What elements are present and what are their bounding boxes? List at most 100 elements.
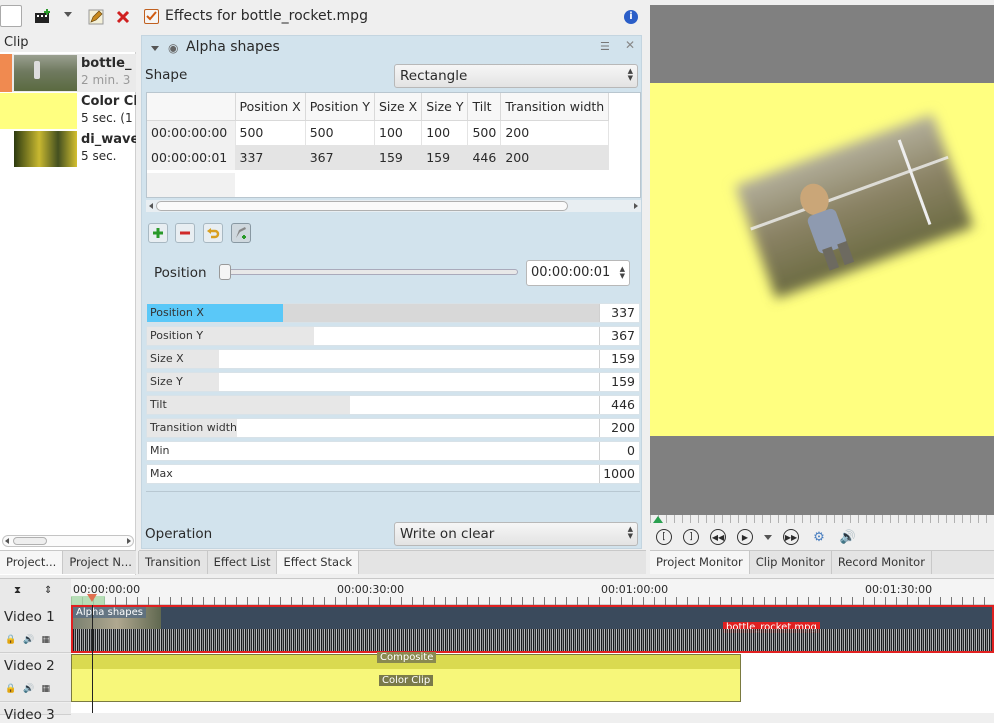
keyframe-time[interactable]: 00:00:00:01: [147, 145, 236, 170]
play-icon[interactable]: ▶: [737, 529, 753, 545]
bin-menu-button[interactable]: [0, 5, 22, 27]
tab-record-monitor[interactable]: Record Monitor: [832, 551, 932, 574]
bin-column-header[interactable]: Clip: [0, 33, 136, 52]
column-header[interactable]: Transition width: [500, 93, 610, 121]
monitor-ruler[interactable]: [650, 515, 994, 523]
table-cell[interactable]: 200: [500, 120, 610, 145]
add-clip-icon[interactable]: [34, 8, 52, 26]
timeline-clip-bottle-rocket[interactable]: Alpha shapes bottle_rocket.mpg: [71, 605, 994, 653]
column-header[interactable]: Tilt: [467, 93, 502, 121]
add-keyframe-icon[interactable]: [148, 223, 168, 243]
bin-clip-item[interactable]: di_wave 5 sec.: [0, 130, 136, 168]
info-icon[interactable]: i: [624, 10, 638, 24]
tab-effect-stack[interactable]: Effect Stack: [277, 551, 360, 574]
param-value-input[interactable]: 367: [599, 327, 639, 345]
set-zone-start-icon[interactable]: [: [656, 529, 672, 545]
table-cell[interactable]: 200: [500, 145, 610, 170]
param-slider[interactable]: Transition width 200: [146, 418, 640, 438]
audio-icon[interactable]: 🔊: [23, 635, 34, 645]
chevron-down-icon[interactable]: [64, 12, 72, 17]
keyframe-settings-icon[interactable]: [231, 223, 251, 243]
fit-zoom-icon[interactable]: ⧗: [14, 585, 21, 596]
param-slider[interactable]: Position Y 367: [146, 326, 640, 346]
param-slider[interactable]: Tilt 446: [146, 395, 640, 415]
track-header-video3[interactable]: Video 3: [0, 703, 71, 723]
param-value-input[interactable]: 446: [599, 396, 639, 414]
table-cell[interactable]: 159: [374, 145, 423, 170]
table-cell[interactable]: 100: [374, 120, 423, 145]
edit-pencil-icon[interactable]: [87, 8, 105, 26]
bin-clip-item[interactable]: bottle_ 2 min. 3: [0, 54, 136, 92]
lock-icon[interactable]: 🔒: [5, 635, 16, 645]
param-slider[interactable]: Min 0: [146, 441, 640, 461]
operation-select[interactable]: Write on clear ▲ ▼: [394, 522, 638, 546]
param-slider[interactable]: Size Y 159: [146, 372, 640, 392]
param-value-input[interactable]: 159: [599, 350, 639, 368]
position-slider[interactable]: [219, 264, 518, 280]
table-cell[interactable]: 159: [421, 145, 469, 170]
effect-enable-checkbox[interactable]: [144, 9, 159, 24]
video-icon[interactable]: ▦: [41, 635, 50, 645]
slider-handle[interactable]: [219, 264, 231, 280]
chevron-down-icon[interactable]: [764, 534, 772, 540]
tab-project[interactable]: Project...: [0, 551, 64, 574]
param-value-input[interactable]: 159: [599, 373, 639, 391]
timeline-clip-color[interactable]: Composite Color Clip: [71, 652, 741, 702]
table-horizontal-scrollbar[interactable]: [146, 200, 641, 212]
table-cell[interactable]: 337: [235, 145, 306, 170]
tab-project-monitor[interactable]: Project Monitor: [650, 551, 750, 574]
track-header-video1[interactable]: Video 1 🔒 🔊 ▦: [0, 605, 71, 653]
scrollbar-thumb[interactable]: [13, 537, 47, 545]
track-header-video2[interactable]: Video 2 🔒 🔊 ▦: [0, 654, 71, 702]
remove-keyframe-icon[interactable]: [175, 223, 195, 243]
scroll-left-icon[interactable]: [5, 538, 9, 544]
tab-effect-list[interactable]: Effect List: [208, 551, 278, 574]
param-value-input[interactable]: 1000: [599, 465, 639, 483]
tab-transition[interactable]: Transition: [139, 551, 208, 574]
forward-icon[interactable]: ▶▶: [783, 529, 799, 545]
table-cell[interactable]: 446: [467, 145, 502, 170]
column-header[interactable]: Position X: [235, 93, 306, 121]
column-header[interactable]: Size Y: [421, 93, 469, 121]
table-cell[interactable]: 500: [305, 120, 376, 145]
column-header[interactable]: Size X: [374, 93, 423, 121]
shape-select[interactable]: Rectangle ▲ ▼: [394, 64, 638, 88]
track-area[interactable]: Alpha shapes bottle_rocket.mpg Composite…: [71, 605, 994, 713]
set-zone-end-icon[interactable]: ]: [683, 529, 699, 545]
table-cell[interactable]: 367: [305, 145, 376, 170]
param-slider[interactable]: Max 1000: [146, 464, 640, 484]
delete-icon[interactable]: [114, 8, 132, 26]
tab-clip-monitor[interactable]: Clip Monitor: [750, 551, 832, 574]
playhead-marker[interactable]: [653, 516, 663, 523]
effect-menu-icon[interactable]: ☰: [600, 40, 610, 53]
param-value-input[interactable]: 337: [599, 304, 639, 322]
table-cell[interactable]: 500: [235, 120, 306, 145]
visibility-eye-icon[interactable]: ◉: [168, 41, 178, 55]
timeline-ruler[interactable]: 00:00:00:00 00:00:30:00 00:01:00:00 00:0…: [71, 579, 994, 605]
monitor-settings-icon[interactable]: ⚙: [810, 528, 828, 546]
composite-transition[interactable]: Composite: [72, 652, 740, 669]
timeline-playhead[interactable]: [87, 594, 97, 602]
close-icon[interactable]: ✕: [625, 38, 635, 52]
monitor-screen[interactable]: [650, 5, 994, 515]
scroll-right-icon[interactable]: [634, 203, 638, 209]
param-slider[interactable]: Size X 159: [146, 349, 640, 369]
tab-project-notes[interactable]: Project N...: [63, 551, 139, 574]
table-cell[interactable]: 500: [467, 120, 502, 145]
rewind-icon[interactable]: ◀◀: [710, 529, 726, 545]
volume-icon[interactable]: 🔊: [839, 528, 857, 546]
param-value-input[interactable]: 0: [599, 442, 639, 460]
keyframe-time[interactable]: 00:00:00:00: [147, 120, 236, 145]
param-value-input[interactable]: 200: [599, 419, 639, 437]
column-header[interactable]: Position Y: [305, 93, 376, 121]
lock-icon[interactable]: 🔒: [5, 684, 16, 694]
bin-horizontal-scrollbar[interactable]: [2, 535, 134, 547]
video-icon[interactable]: ▦: [41, 684, 50, 694]
track-height-icon[interactable]: ⇕: [44, 585, 52, 596]
scroll-right-icon[interactable]: [127, 538, 131, 544]
undo-icon[interactable]: [203, 223, 223, 243]
table-row[interactable]: 00:00:00:01 337 367 159 159 446 200: [147, 145, 610, 170]
table-row[interactable]: 00:00:00:00 500 500 100 100 500 200: [147, 120, 610, 145]
table-cell[interactable]: 100: [421, 120, 469, 145]
param-slider[interactable]: Position X 337: [146, 303, 640, 323]
